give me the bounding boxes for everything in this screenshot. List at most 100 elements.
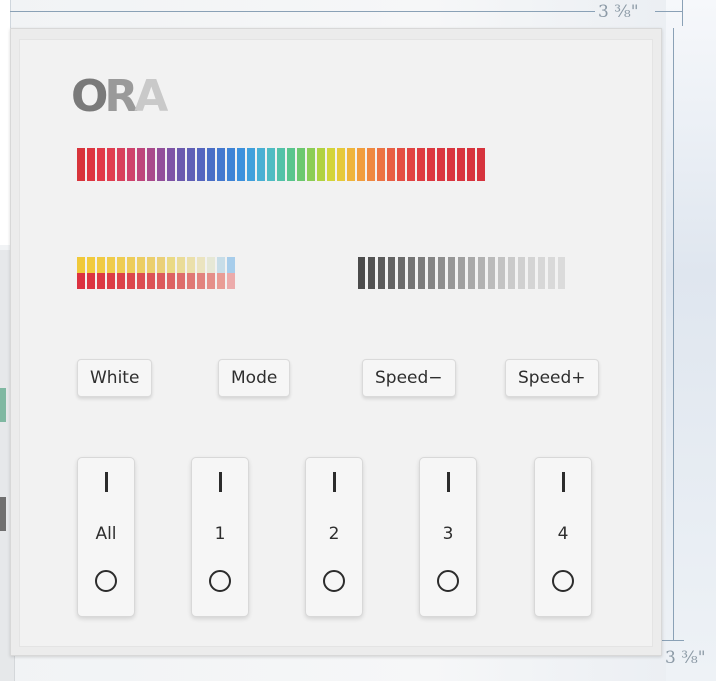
brightness-segment[interactable]: [448, 257, 455, 289]
color-segment[interactable]: [297, 148, 305, 181]
color-segment[interactable]: [357, 148, 365, 181]
brightness-segment[interactable]: [488, 257, 495, 289]
zone-switch-3[interactable]: 3: [419, 457, 477, 617]
brightness-segment[interactable]: [528, 257, 535, 289]
power-off-icon[interactable]: [323, 570, 345, 592]
temperature-segment[interactable]: [177, 257, 185, 289]
color-segment[interactable]: [267, 148, 275, 181]
brightness-segment[interactable]: [438, 257, 445, 289]
color-segment[interactable]: [257, 148, 265, 181]
zone-switch-all[interactable]: All: [77, 457, 135, 617]
temperature-segment[interactable]: [117, 257, 125, 289]
brightness-segment[interactable]: [368, 257, 375, 289]
zone-switch-4[interactable]: 4: [534, 457, 592, 617]
brightness-segment[interactable]: [408, 257, 415, 289]
color-segment[interactable]: [157, 148, 165, 181]
color-segment[interactable]: [377, 148, 385, 181]
color-segment[interactable]: [307, 148, 315, 181]
color-segment[interactable]: [77, 148, 85, 181]
temperature-segment[interactable]: [77, 257, 85, 289]
color-segment[interactable]: [477, 148, 485, 181]
brightness-segment[interactable]: [508, 257, 515, 289]
temperature-segment[interactable]: [97, 257, 105, 289]
color-segment[interactable]: [187, 148, 195, 181]
dimmer-strip[interactable]: [358, 257, 565, 289]
color-segment[interactable]: [127, 148, 135, 181]
zone-switch-1[interactable]: 1: [191, 457, 249, 617]
temperature-segment[interactable]: [227, 257, 235, 289]
power-on-icon[interactable]: [447, 472, 450, 492]
power-on-icon[interactable]: [219, 472, 222, 492]
temperature-segment[interactable]: [147, 257, 155, 289]
color-segment[interactable]: [347, 148, 355, 181]
temperature-segment[interactable]: [107, 257, 115, 289]
brightness-segment[interactable]: [388, 257, 395, 289]
color-segment[interactable]: [97, 148, 105, 181]
speed-up-button[interactable]: Speed+: [505, 359, 599, 397]
brightness-segment[interactable]: [478, 257, 485, 289]
color-segment[interactable]: [407, 148, 415, 181]
power-on-icon[interactable]: [333, 472, 336, 492]
color-segment[interactable]: [147, 148, 155, 181]
color-segment[interactable]: [197, 148, 205, 181]
color-segment[interactable]: [387, 148, 395, 181]
color-segment[interactable]: [317, 148, 325, 181]
zone-switch-2[interactable]: 2: [305, 457, 363, 617]
color-segment[interactable]: [337, 148, 345, 181]
color-segment[interactable]: [447, 148, 455, 181]
brightness-segment[interactable]: [498, 257, 505, 289]
temperature-segment[interactable]: [197, 257, 205, 289]
brightness-segment[interactable]: [428, 257, 435, 289]
temperature-segment[interactable]: [157, 257, 165, 289]
brightness-segment[interactable]: [358, 257, 365, 289]
color-segment[interactable]: [207, 148, 215, 181]
power-off-icon[interactable]: [552, 570, 574, 592]
white-button[interactable]: White: [77, 359, 153, 397]
color-segment[interactable]: [217, 148, 225, 181]
temperature-segment[interactable]: [187, 257, 195, 289]
color-segment[interactable]: [117, 148, 125, 181]
color-segment[interactable]: [427, 148, 435, 181]
temperature-segment[interactable]: [207, 257, 215, 289]
color-segment[interactable]: [437, 148, 445, 181]
color-segment[interactable]: [247, 148, 255, 181]
temperature-segment[interactable]: [167, 257, 175, 289]
color-segment[interactable]: [87, 148, 95, 181]
color-segment[interactable]: [237, 148, 245, 181]
color-segment[interactable]: [177, 148, 185, 181]
color-segment[interactable]: [327, 148, 335, 181]
brightness-segment[interactable]: [398, 257, 405, 289]
power-off-icon[interactable]: [95, 570, 117, 592]
color-segment[interactable]: [227, 148, 235, 181]
color-temperature-strip[interactable]: [77, 257, 235, 289]
brightness-segment[interactable]: [418, 257, 425, 289]
temperature-segment[interactable]: [127, 257, 135, 289]
brightness-segment[interactable]: [538, 257, 545, 289]
color-segment[interactable]: [277, 148, 285, 181]
color-segment[interactable]: [417, 148, 425, 181]
color-segment[interactable]: [457, 148, 465, 181]
brightness-segment[interactable]: [468, 257, 475, 289]
brightness-segment[interactable]: [458, 257, 465, 289]
power-on-icon[interactable]: [562, 472, 565, 492]
temperature-segment[interactable]: [217, 257, 225, 289]
brightness-segment[interactable]: [378, 257, 385, 289]
power-off-icon[interactable]: [209, 570, 231, 592]
power-on-icon[interactable]: [105, 472, 108, 492]
temperature-segment[interactable]: [87, 257, 95, 289]
color-segment[interactable]: [107, 148, 115, 181]
brightness-segment[interactable]: [558, 257, 565, 289]
power-off-icon[interactable]: [437, 570, 459, 592]
mode-button[interactable]: Mode: [218, 359, 291, 397]
brightness-segment[interactable]: [518, 257, 525, 289]
temperature-segment[interactable]: [137, 257, 145, 289]
color-segment[interactable]: [467, 148, 475, 181]
speed-down-button[interactable]: Speed−: [362, 359, 456, 397]
color-segment[interactable]: [167, 148, 175, 181]
color-segment[interactable]: [287, 148, 295, 181]
color-segment[interactable]: [137, 148, 145, 181]
brightness-segment[interactable]: [548, 257, 555, 289]
color-touch-strip[interactable]: [77, 148, 485, 181]
color-segment[interactable]: [367, 148, 375, 181]
color-segment[interactable]: [397, 148, 405, 181]
